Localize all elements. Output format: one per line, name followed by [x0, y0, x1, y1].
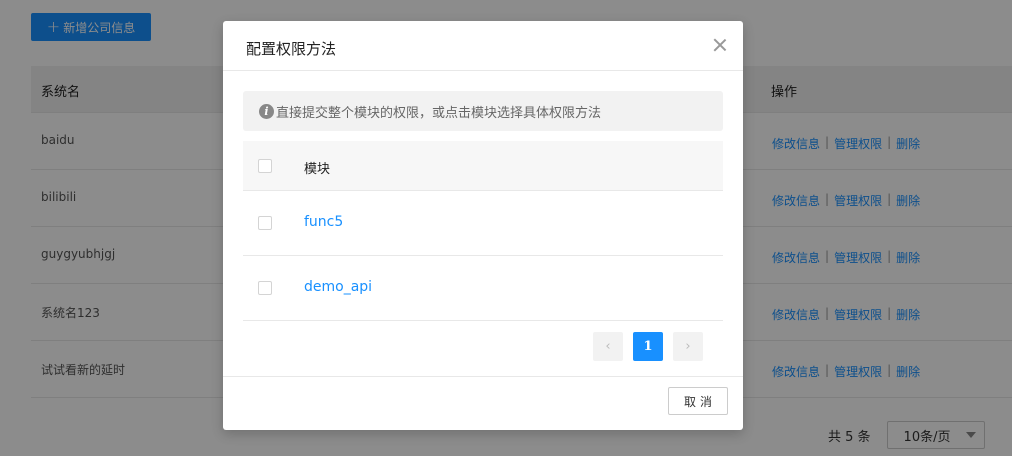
modal-header: 配置权限方法: [223, 21, 743, 71]
close-icon[interactable]: [713, 38, 727, 52]
permission-config-modal: 配置权限方法 i 直接提交整个模块的权限，或点击模块选择具体权限方法 模块 fu…: [223, 21, 743, 430]
modal-title: 配置权限方法: [246, 40, 337, 58]
modal-pagination: ‹ 1 ›: [593, 332, 703, 361]
module-table-header: 模块: [243, 141, 723, 191]
info-alert: i 直接提交整个模块的权限，或点击模块选择具体权限方法: [243, 91, 723, 131]
module-link[interactable]: func5: [304, 214, 343, 230]
table-row: func5: [243, 191, 723, 256]
page-number-button[interactable]: 1: [633, 332, 663, 361]
module-link[interactable]: demo_api: [304, 279, 372, 295]
prev-page-button[interactable]: ‹: [593, 332, 623, 361]
info-icon: i: [259, 103, 274, 119]
modal-footer: 取消: [223, 376, 743, 430]
table-row: demo_api: [243, 256, 723, 321]
row-checkbox[interactable]: [258, 216, 272, 230]
select-all-checkbox[interactable]: [258, 159, 272, 173]
info-text: 直接提交整个模块的权限，或点击模块选择具体权限方法: [276, 105, 602, 121]
column-header-module: 模块: [304, 162, 331, 177]
cancel-button[interactable]: 取消: [668, 387, 728, 415]
module-table: 模块 func5 demo_api: [243, 141, 723, 321]
row-checkbox[interactable]: [258, 281, 272, 295]
next-page-button[interactable]: ›: [673, 332, 703, 361]
